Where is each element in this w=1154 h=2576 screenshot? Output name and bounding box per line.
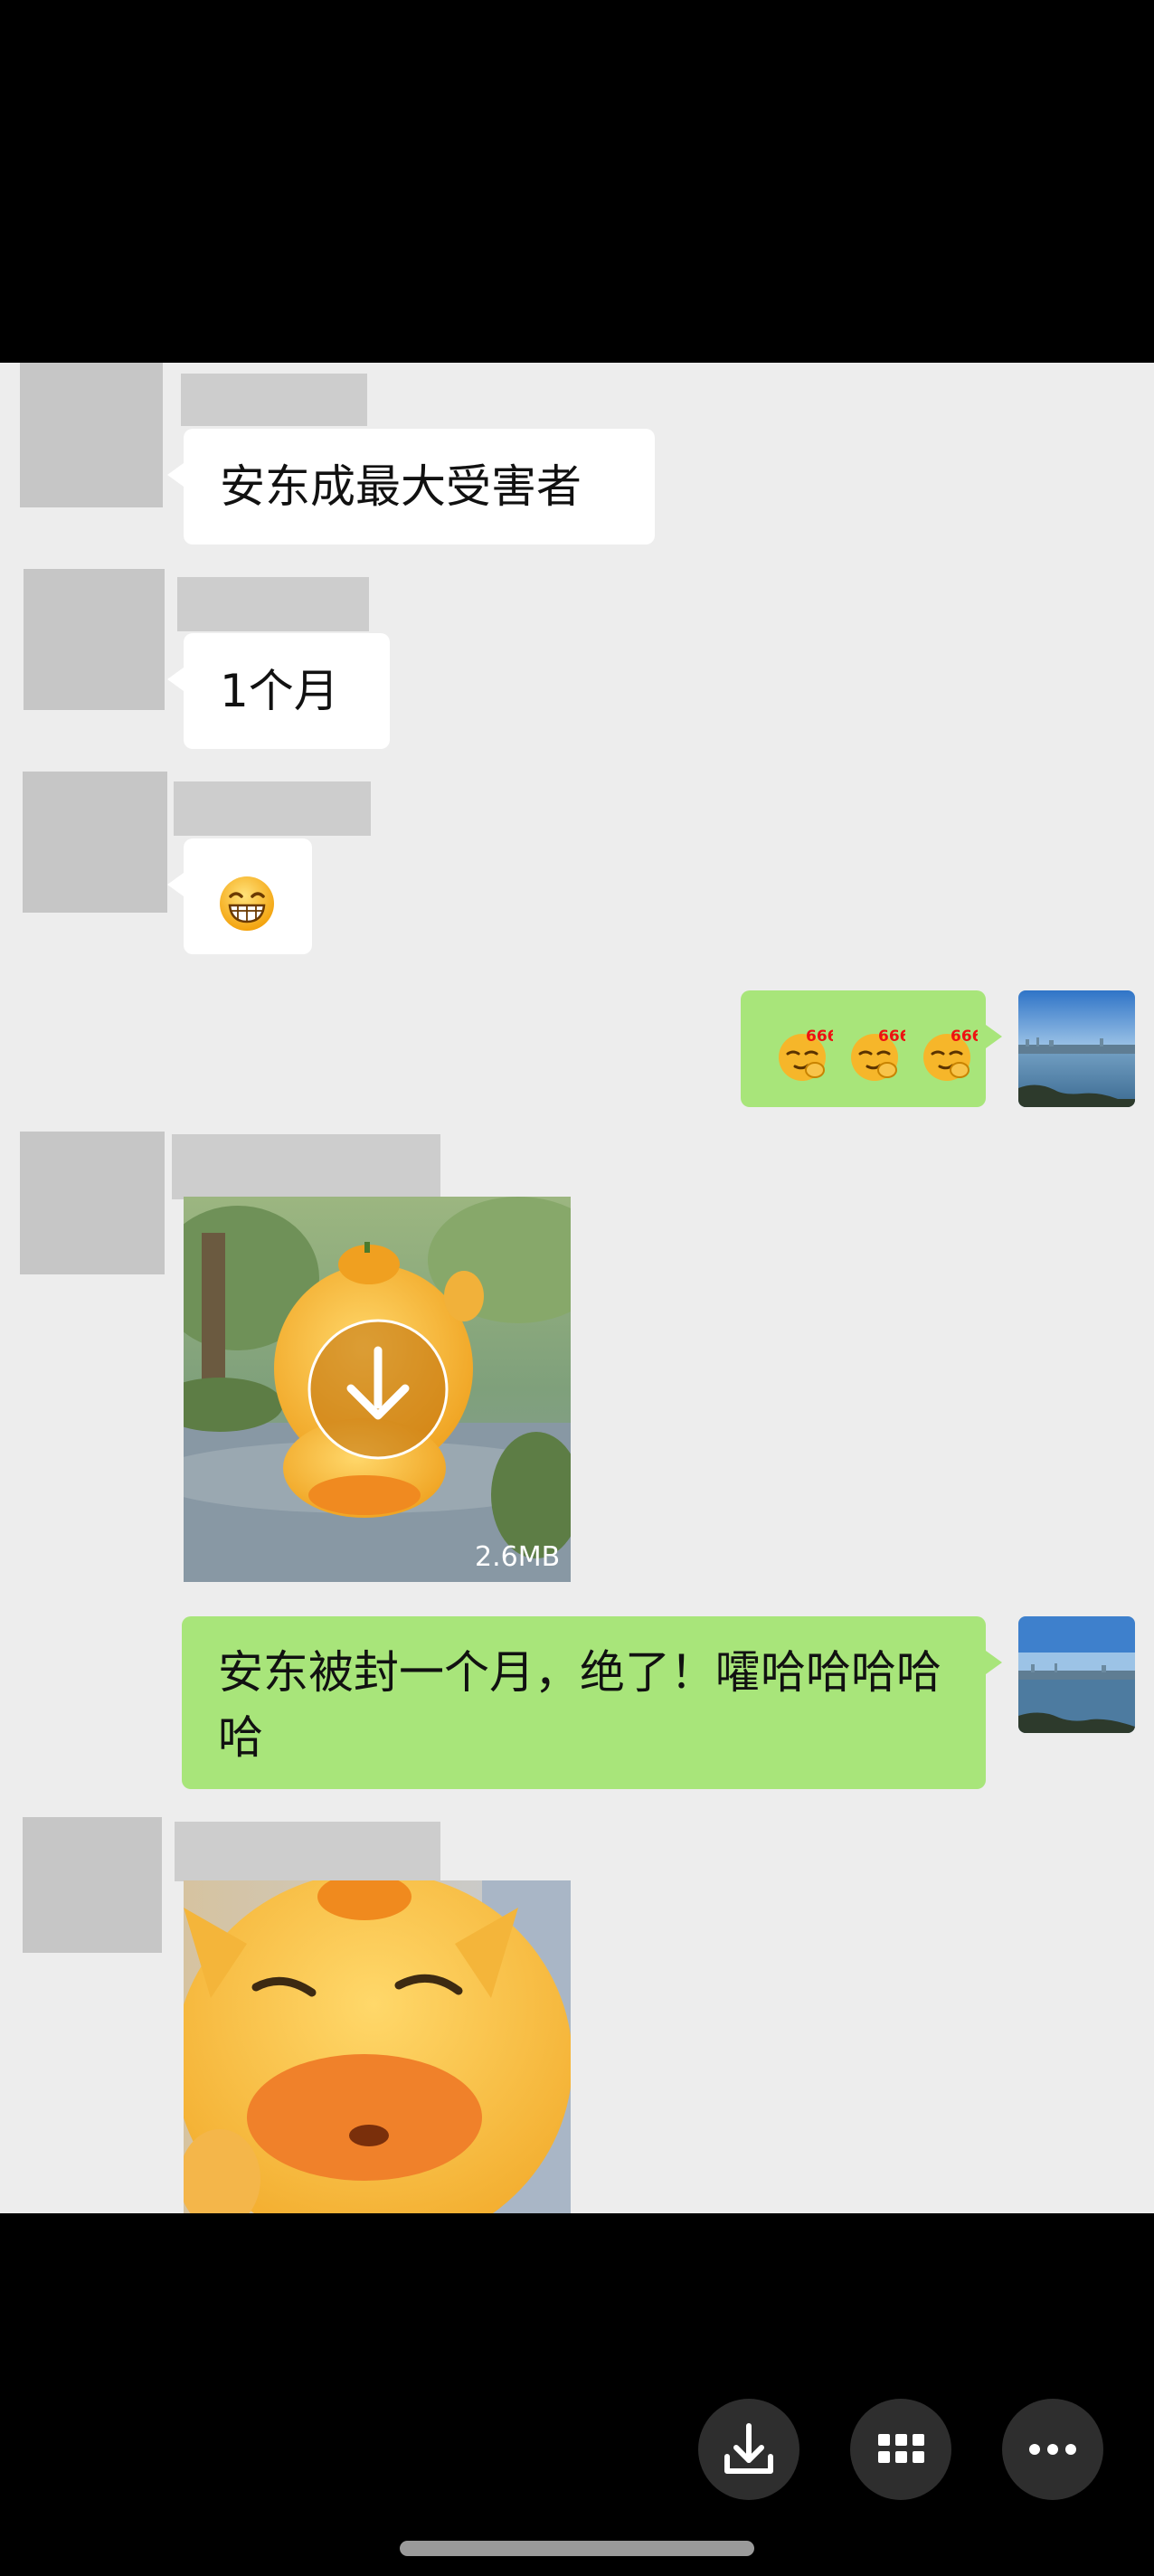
avatar[interactable] bbox=[24, 569, 165, 710]
my-avatar[interactable] bbox=[1018, 1616, 1135, 1733]
grid-button[interactable] bbox=[850, 2399, 951, 2500]
message-bubble[interactable]: 安东被封一个月，绝了！嚯哈哈哈哈哈 bbox=[182, 1616, 1002, 1789]
message-bubble[interactable]: 安东成最大受害者 bbox=[167, 429, 655, 545]
download-icon bbox=[724, 2423, 773, 2474]
file-size-label: 2.6MB bbox=[475, 1541, 560, 1573]
grin-emoji bbox=[218, 875, 276, 933]
sender-name bbox=[175, 1822, 440, 1881]
sender-name bbox=[172, 1134, 440, 1199]
avatar[interactable] bbox=[23, 772, 167, 913]
home-indicator[interactable] bbox=[400, 2541, 754, 2556]
svg-text:666: 666 bbox=[878, 1028, 905, 1046]
message-text: 1个月 bbox=[220, 665, 339, 717]
image-message[interactable] bbox=[184, 1880, 571, 2213]
image-message[interactable]: 2.6MB bbox=[184, 1197, 571, 1582]
six-six-six-emoji: 666 bbox=[920, 1025, 982, 1083]
avatar[interactable] bbox=[23, 1817, 162, 1953]
download-button[interactable] bbox=[698, 2399, 799, 2500]
message-bubble[interactable]: 1个月 bbox=[167, 633, 390, 749]
chat-area: 安东成最大受害者 1个月 666 666 666 2.6MB 安东被封一个月，绝… bbox=[0, 363, 1154, 2213]
grid-icon bbox=[878, 2434, 924, 2463]
more-button[interactable] bbox=[1002, 2399, 1103, 2500]
six-six-six-emoji: 666 bbox=[847, 1025, 910, 1083]
sender-name bbox=[174, 781, 371, 836]
more-icon bbox=[1029, 2444, 1076, 2455]
avatar[interactable] bbox=[20, 1132, 165, 1274]
message-text: 安东被封一个月，绝了！嚯哈哈哈哈哈 bbox=[218, 1646, 941, 1764]
six-six-six-emoji: 666 bbox=[775, 1025, 838, 1083]
emoji-bubble[interactable] bbox=[167, 838, 312, 954]
my-avatar[interactable] bbox=[1018, 990, 1135, 1107]
sender-name bbox=[177, 577, 369, 631]
emoji-bubble[interactable]: 666 666 666 bbox=[741, 990, 1002, 1107]
avatar[interactable] bbox=[20, 363, 163, 507]
svg-text:666: 666 bbox=[951, 1028, 978, 1046]
sender-name bbox=[181, 374, 367, 426]
svg-text:666: 666 bbox=[806, 1028, 833, 1046]
message-text: 安东成最大受害者 bbox=[220, 460, 582, 513]
